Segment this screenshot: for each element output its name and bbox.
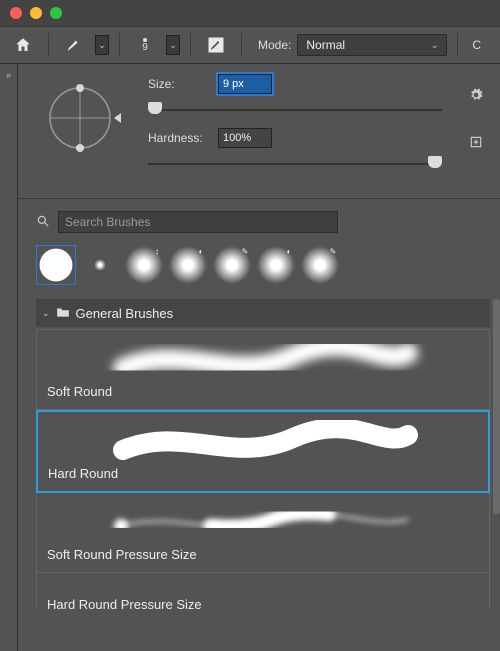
hardness-input[interactable]: 100% — [218, 128, 272, 148]
size-slider[interactable] — [148, 100, 442, 118]
tool-preset-button[interactable] — [59, 31, 89, 59]
brush-stroke-preview — [48, 420, 478, 462]
brush-preset-panel: Size: 9 px Hardness: 100% — [18, 64, 500, 651]
brush-stroke-preview — [47, 501, 479, 543]
brush-thumb[interactable]: ✎ — [300, 245, 340, 285]
brush-stroke-preview — [47, 581, 479, 593]
brush-thumb[interactable]: ◐ — [168, 245, 208, 285]
size-label: Size: — [148, 77, 218, 91]
brush-item[interactable]: Hard Round Pressure Size — [36, 573, 490, 609]
brush-preview-button[interactable]: 9 — [130, 31, 160, 59]
expand-panel-button[interactable]: » — [6, 70, 11, 80]
brush-preset-dropdown[interactable]: ⌄ — [166, 35, 180, 55]
toolbar-separator — [457, 33, 458, 57]
toolbar-separator — [48, 33, 49, 57]
chevron-down-icon: ⌄ — [42, 308, 50, 319]
brush-thumb[interactable]: ◐ — [256, 245, 296, 285]
brush-thumb[interactable] — [36, 245, 76, 285]
brush-list: ⌄ General Brushes Soft Round Hard Rou — [18, 299, 500, 609]
window-titlebar — [0, 0, 500, 26]
minimize-window-button[interactable] — [30, 7, 42, 19]
brush-thumb[interactable]: ↕ — [124, 245, 164, 285]
toolbar-separator — [190, 33, 191, 57]
toolbar-separator — [241, 33, 242, 57]
toolbar-separator — [119, 33, 120, 57]
tool-preset-dropdown[interactable]: ⌄ — [95, 35, 109, 55]
brush-name: Hard Round Pressure Size — [47, 597, 479, 609]
close-window-button[interactable] — [10, 7, 22, 19]
home-button[interactable] — [8, 31, 38, 59]
collapsed-panel-strip: » — [0, 64, 18, 651]
brush-list-scrollbar[interactable] — [492, 299, 500, 609]
brush-name: Soft Round — [47, 384, 479, 399]
chevron-down-icon: ⌄ — [431, 40, 439, 51]
blend-mode-select[interactable]: Normal ⌄ — [297, 34, 447, 56]
toolbar-truncated-label: C — [472, 38, 481, 52]
brush-item[interactable]: Soft Round — [36, 329, 490, 410]
folder-icon — [56, 306, 70, 321]
options-toolbar: ⌄ 9 ⌄ Mode: Normal ⌄ C — [0, 26, 500, 64]
blend-mode-value: Normal — [306, 38, 345, 52]
brush-folder-header[interactable]: ⌄ General Brushes — [36, 299, 490, 327]
brush-name: Hard Round — [48, 466, 478, 481]
mode-label: Mode: — [258, 38, 291, 52]
gear-icon[interactable] — [469, 88, 483, 105]
folder-name: General Brushes — [76, 306, 174, 321]
new-preset-icon[interactable] — [469, 135, 483, 152]
search-icon — [36, 214, 50, 231]
size-input[interactable]: 9 px — [218, 74, 272, 94]
zoom-window-button[interactable] — [50, 7, 62, 19]
brush-item[interactable]: Soft Round Pressure Size — [36, 493, 490, 573]
hardness-slider[interactable] — [148, 154, 442, 172]
brush-item[interactable]: Hard Round — [36, 410, 490, 493]
brush-settings-toggle[interactable] — [201, 31, 231, 59]
brush-thumb[interactable] — [80, 245, 120, 285]
panel-separator — [18, 198, 500, 199]
brush-angle-preview[interactable] — [36, 74, 124, 162]
search-brushes-input[interactable]: Search Brushes — [58, 211, 338, 233]
brush-stroke-preview — [47, 338, 479, 380]
brush-size-indicator: 9 — [142, 42, 148, 53]
brush-name: Soft Round Pressure Size — [47, 547, 479, 562]
hardness-label: Hardness: — [148, 131, 218, 145]
brush-thumb[interactable]: ✎ — [212, 245, 252, 285]
recent-brush-thumbnails: ↕ ◐ ✎ ◐ ✎ — [18, 245, 500, 299]
